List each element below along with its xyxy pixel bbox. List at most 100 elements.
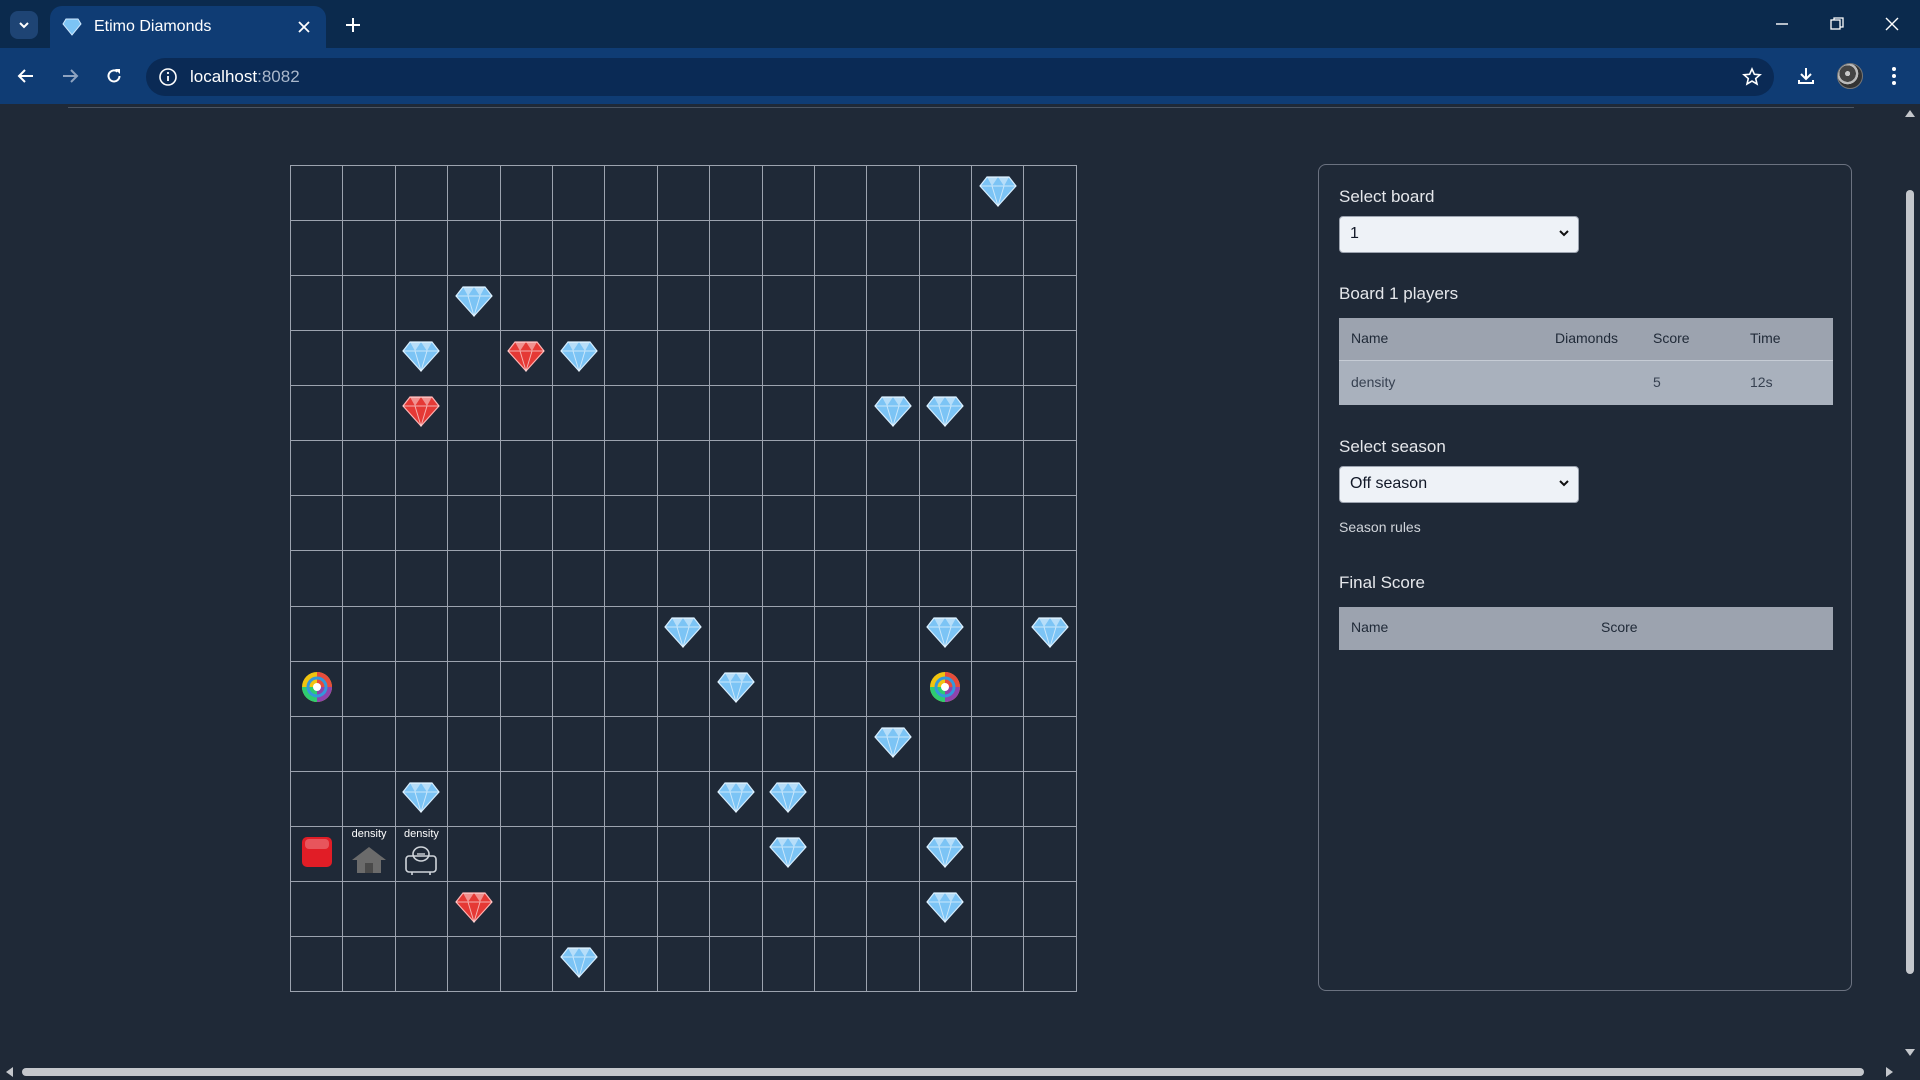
address-bar[interactable]: localhost:8082 — [146, 58, 1774, 96]
board-cell — [394, 385, 449, 442]
board-cell — [342, 164, 396, 222]
board-cell — [447, 715, 501, 772]
board-cell — [918, 495, 973, 552]
board-cell — [656, 660, 711, 717]
board-cell — [447, 880, 501, 937]
scroll-down-icon[interactable] — [1905, 1049, 1915, 1056]
scroll-up-icon[interactable] — [1905, 110, 1915, 117]
board-cell — [971, 770, 1025, 827]
player-score: 5 — [1653, 374, 1661, 390]
board-cell — [971, 220, 1025, 277]
board-cell — [813, 715, 868, 772]
restore-icon[interactable] — [1817, 8, 1857, 40]
browser-tab[interactable]: Etimo Diamonds — [50, 6, 326, 48]
board-cell — [289, 275, 344, 332]
board-cell — [551, 495, 606, 552]
board-cell — [656, 715, 711, 772]
board-cell — [918, 935, 973, 992]
close-tab-icon[interactable] — [294, 17, 314, 37]
board-cell — [289, 825, 344, 882]
board-cell — [971, 164, 1025, 222]
forward-icon[interactable] — [54, 60, 86, 92]
board-cell — [289, 440, 344, 497]
blue-diamond-icon — [874, 726, 912, 762]
board-cell — [447, 770, 501, 827]
red-diamond-icon — [507, 340, 546, 376]
board-cell — [656, 935, 711, 992]
player-time: 12s — [1750, 374, 1773, 390]
scroll-right-icon[interactable] — [1886, 1067, 1893, 1077]
board-cell — [1023, 935, 1077, 992]
board-cell — [394, 550, 449, 607]
close-window-icon[interactable] — [1872, 8, 1912, 40]
minimize-icon[interactable] — [1762, 8, 1802, 40]
horizontal-scroll-thumb[interactable] — [22, 1068, 1864, 1076]
final-score-table: Name Score — [1339, 607, 1833, 650]
board-cell — [289, 935, 344, 992]
board-select[interactable]: 1 — [1339, 216, 1579, 253]
vertical-scrollbar[interactable] — [1900, 104, 1920, 1066]
board-cell — [604, 935, 658, 992]
board-cell — [918, 825, 973, 882]
board-cell — [761, 550, 815, 607]
site-info-icon[interactable] — [156, 65, 180, 89]
players-heading: Board 1 players — [1339, 284, 1459, 303]
board-cell — [604, 275, 658, 332]
table-row[interactable]: density 5 12s — [1339, 361, 1833, 405]
board-cell — [394, 220, 449, 277]
board-cell — [499, 330, 553, 387]
board-cell — [866, 164, 920, 222]
board-row — [289, 715, 1077, 772]
board-cell — [709, 935, 763, 992]
board-cell — [761, 220, 815, 277]
board-cell — [604, 660, 658, 717]
board-row — [289, 880, 1077, 937]
board-cell — [866, 220, 920, 277]
blue-diamond-icon — [926, 395, 965, 431]
board-cell — [866, 770, 920, 827]
board-cell — [342, 715, 396, 772]
board-cell — [394, 495, 449, 552]
board-cell — [761, 770, 815, 827]
board-cell — [551, 935, 606, 992]
blue-diamond-icon — [1031, 616, 1069, 652]
board-cell — [709, 715, 763, 772]
download-icon[interactable] — [1790, 60, 1822, 92]
back-icon[interactable] — [10, 60, 42, 92]
vertical-scroll-thumb[interactable] — [1906, 190, 1914, 974]
tab-search-button[interactable] — [10, 11, 38, 39]
board-cell — [813, 770, 868, 827]
board-cell — [604, 715, 658, 772]
season-select[interactable]: Off season — [1339, 466, 1579, 503]
board-cell — [656, 550, 711, 607]
new-tab-icon[interactable] — [338, 10, 368, 40]
board-cell — [394, 605, 449, 662]
board-cell — [656, 440, 711, 497]
board-cell — [499, 164, 553, 222]
bookmark-star-icon[interactable] — [1740, 65, 1764, 89]
board-cell — [342, 605, 396, 662]
board-cell — [499, 385, 553, 442]
board-cell — [813, 220, 868, 277]
board-cell — [656, 275, 711, 332]
board-cell — [709, 550, 763, 607]
season-rules-link[interactable]: Season rules — [1339, 519, 1421, 535]
board-cell — [447, 385, 501, 442]
player-name: density — [1351, 374, 1396, 390]
red-diamond-icon — [455, 891, 493, 927]
board-cell — [709, 164, 763, 222]
horizontal-scrollbar[interactable] — [0, 1064, 1900, 1080]
scroll-left-icon[interactable] — [6, 1067, 13, 1077]
browser-menu-icon[interactable] — [1878, 60, 1910, 92]
board-cell — [342, 330, 396, 387]
board-cell — [761, 660, 815, 717]
board-cell — [289, 330, 344, 387]
board-cell — [289, 550, 344, 607]
board-cell — [866, 880, 920, 937]
reload-icon[interactable] — [98, 60, 130, 92]
blue-diamond-icon — [402, 781, 441, 817]
profile-avatar-icon[interactable] — [1834, 60, 1866, 92]
board-cell — [866, 605, 920, 662]
board-row — [289, 385, 1077, 442]
board-cell: density — [342, 825, 396, 882]
